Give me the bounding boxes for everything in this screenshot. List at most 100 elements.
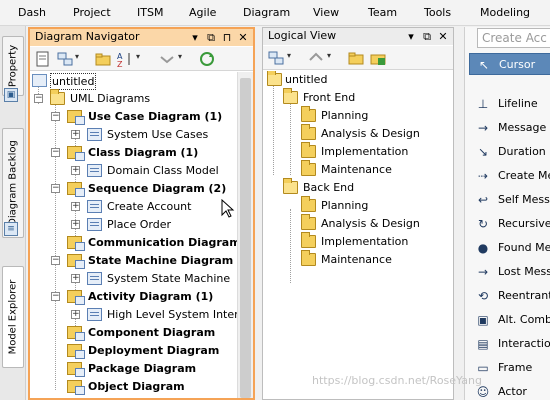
chevron-down-icon[interactable]: ▾ xyxy=(287,51,291,60)
tree-item-place-order[interactable]: + Place Order xyxy=(32,216,237,234)
restore-icon[interactable]: ⧉ xyxy=(205,30,217,46)
tree-item-sequence-diagram[interactable]: − Sequence Diagram (2) xyxy=(32,180,237,198)
palette-item-duration-message[interactable]: ↘ Duration Me xyxy=(469,141,550,163)
palette-item-label: Frame xyxy=(498,361,533,374)
logical-view-header: Logical View ▾ ⧉ ✕ xyxy=(263,28,453,45)
palette-search-input[interactable]: Create Acc xyxy=(477,28,550,48)
lv-item-untitled[interactable]: untitled xyxy=(265,71,445,89)
palette-item-found-message[interactable]: ● Found Mes xyxy=(469,237,550,259)
menu-team[interactable]: Team xyxy=(368,6,397,19)
palette-item-interaction-use[interactable]: ▤ Interaction xyxy=(469,333,550,355)
collapse-expander[interactable]: − xyxy=(51,292,60,301)
chevron-down-icon[interactable]: ▾ xyxy=(75,52,79,61)
tree-item-system-use-cases[interactable]: + System Use Cases xyxy=(32,126,237,144)
sort-icon[interactable]: AZ xyxy=(116,50,134,68)
tree-item-create-account[interactable]: + Create Account xyxy=(32,198,237,216)
tree-item-system-state-machine[interactable]: + System State Machine xyxy=(32,270,237,288)
watermark: https://blog.csdn.net/RoseYang xyxy=(312,374,482,387)
menu-diagram[interactable]: Diagram xyxy=(243,6,290,19)
tree-item-use-case-diagram[interactable]: − Use Case Diagram (1) xyxy=(32,108,237,126)
palette-item-self-message[interactable]: ↩ Self Messa xyxy=(469,189,550,211)
lv-item-maintenance[interactable]: Maintenance xyxy=(265,250,445,269)
expand-expander[interactable]: + xyxy=(71,310,80,319)
scrollbar-thumb[interactable] xyxy=(240,78,251,398)
lv-item-analysis-design[interactable]: Analysis & Design xyxy=(265,214,445,233)
palette-item-message[interactable]: → Message xyxy=(469,117,550,139)
expand-expander[interactable]: + xyxy=(71,202,80,211)
lv-item-maintenance[interactable]: Maintenance xyxy=(265,160,445,179)
chevron-down-icon[interactable]: ▾ xyxy=(327,51,331,60)
tree-item-component-diagram[interactable]: Component Diagram xyxy=(32,324,237,342)
folder-icon xyxy=(301,124,316,140)
palette-item-lifeline[interactable]: ⊥ Lifeline xyxy=(469,93,550,115)
menu-modeling[interactable]: Modeling xyxy=(480,6,530,19)
menu-project[interactable]: Project xyxy=(73,6,111,19)
maximize-icon[interactable]: ⊓ xyxy=(221,30,233,46)
collapse-expander[interactable]: − xyxy=(51,184,60,193)
diagram-icon xyxy=(87,308,102,321)
restore-icon[interactable]: ⧉ xyxy=(421,29,433,45)
tree-item-state-machine-diagram[interactable]: − State Machine Diagram (1) xyxy=(32,252,253,270)
diagram-navigator-header: Diagram Navigator ▾ ⧉ ⊓ ✕ xyxy=(30,29,253,46)
collapse-icon[interactable] xyxy=(158,50,176,68)
lv-item-planning[interactable]: Planning xyxy=(265,106,445,125)
lv-item-front-end[interactable]: Front End xyxy=(265,88,445,107)
menu-dash[interactable]: Dash xyxy=(18,6,46,19)
add-folder-icon[interactable] xyxy=(369,49,387,67)
menu-view[interactable]: View xyxy=(313,6,339,19)
expand-expander[interactable]: + xyxy=(71,220,80,229)
new-diagram-icon[interactable] xyxy=(34,50,52,68)
new-model-icon[interactable] xyxy=(56,50,74,68)
collapse-expander[interactable]: − xyxy=(51,148,60,157)
expand-expander[interactable]: + xyxy=(71,130,80,139)
lv-item-back-end[interactable]: Back End xyxy=(265,178,445,197)
menu-agile[interactable]: Agile xyxy=(189,6,216,19)
folder-icon[interactable] xyxy=(94,50,112,68)
chevron-down-icon[interactable]: ▾ xyxy=(136,52,140,61)
menu-icon[interactable]: ▾ xyxy=(405,29,417,45)
diagram-navigator-title: Diagram Navigator xyxy=(35,30,140,43)
chevron-down-icon[interactable]: ▾ xyxy=(178,52,182,61)
palette-item-recursive-message[interactable]: ↻ Recursive xyxy=(469,213,550,235)
close-icon[interactable]: ✕ xyxy=(437,29,449,45)
lv-item-implementation[interactable]: Implementation xyxy=(265,142,445,161)
folder-icon[interactable] xyxy=(347,49,365,67)
diagram-icon xyxy=(87,200,102,213)
palette-item-alt-combined-fragment[interactable]: ▣ Alt. Combin xyxy=(469,309,550,331)
new-diagram-icon[interactable] xyxy=(267,49,285,67)
tab-model-explorer[interactable]: Model Explorer xyxy=(2,266,24,368)
tree-item-root[interactable]: untitled xyxy=(32,72,232,90)
palette-item-reentrant-message[interactable]: ⟲ Reentrant M xyxy=(469,285,550,307)
refresh-icon[interactable] xyxy=(198,50,216,68)
collapse-expander[interactable]: − xyxy=(34,94,43,103)
menu-icon[interactable]: ▾ xyxy=(189,30,201,46)
navigator-scrollbar[interactable] xyxy=(237,72,253,398)
tab-property[interactable]: Property xyxy=(2,36,24,96)
tree-item-uml-diagrams[interactable]: − UML Diagrams xyxy=(32,89,232,108)
palette-item-cursor[interactable]: ↖ Cursor xyxy=(469,53,550,75)
tree-item-high-level-system-interaction[interactable]: + High Level System Interacti xyxy=(32,306,237,324)
tree-item-package-diagram[interactable]: Package Diagram xyxy=(32,360,237,378)
lv-item-planning[interactable]: Planning xyxy=(265,196,445,215)
menu-tools[interactable]: Tools xyxy=(424,6,451,19)
tree-item-class-diagram[interactable]: − Class Diagram (1) xyxy=(32,144,237,162)
tree-item-domain-class-model[interactable]: + Domain Class Model xyxy=(32,162,237,180)
message-arrow-icon: → xyxy=(477,121,489,135)
tree-item-label: Class Diagram (1) xyxy=(88,146,199,159)
expand-expander[interactable]: + xyxy=(71,274,80,283)
menu-itsm[interactable]: ITSM xyxy=(137,6,163,19)
up-icon[interactable] xyxy=(307,49,325,67)
tree-item-deployment-diagram[interactable]: Deployment Diagram xyxy=(32,342,237,360)
tree-item-label: untitled xyxy=(285,73,328,86)
expand-expander[interactable]: + xyxy=(71,166,80,175)
tree-item-object-diagram[interactable]: Object Diagram xyxy=(32,378,237,396)
tree-item-communication-diagram[interactable]: Communication Diagram xyxy=(32,234,241,252)
palette-item-lost-message[interactable]: → Lost Messa xyxy=(469,261,550,283)
tree-item-activity-diagram[interactable]: − Activity Diagram (1) xyxy=(32,288,237,306)
lv-item-implementation[interactable]: Implementation xyxy=(265,232,445,251)
lv-item-analysis-design[interactable]: Analysis & Design xyxy=(265,124,445,143)
close-icon[interactable]: ✕ xyxy=(237,30,249,46)
palette-item-create-message[interactable]: ⇢ Create Mes xyxy=(469,165,550,187)
collapse-expander[interactable]: − xyxy=(51,112,60,121)
collapse-expander[interactable]: − xyxy=(51,256,60,265)
